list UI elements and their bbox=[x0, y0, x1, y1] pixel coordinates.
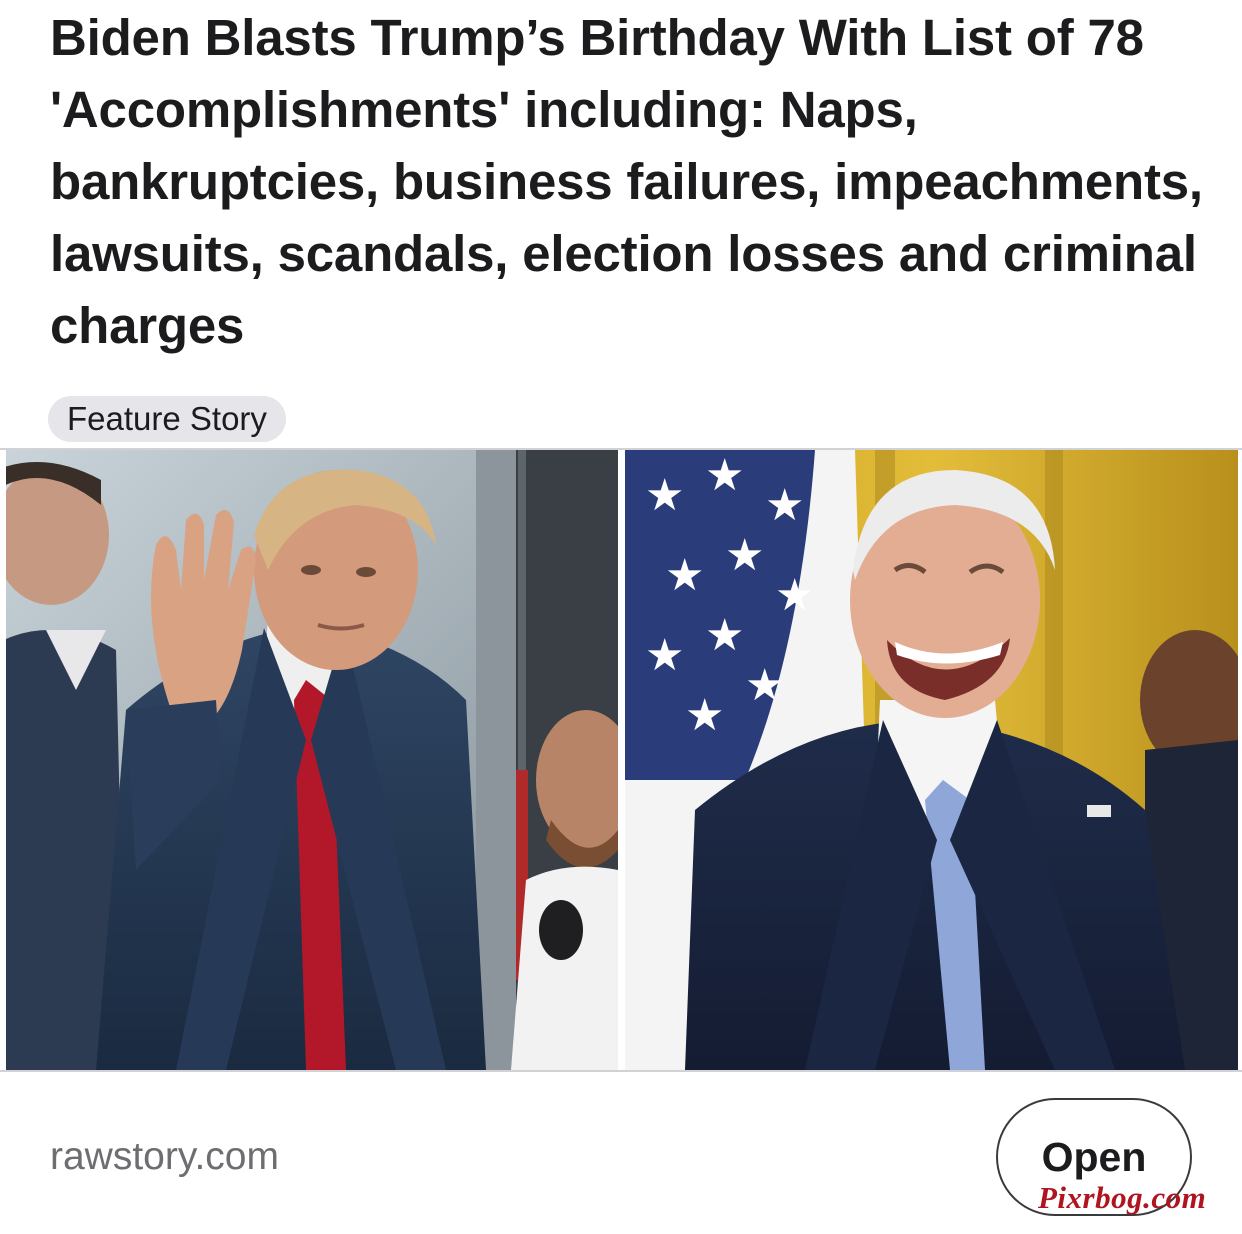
svg-text:★: ★ bbox=[745, 660, 784, 711]
feature-story-badge: Feature Story bbox=[48, 396, 286, 442]
article-image[interactable]: ★ ★ ★ ★ ★ ★ ★ ★ ★ ★ bbox=[6, 450, 1238, 1070]
svg-text:★: ★ bbox=[765, 480, 804, 531]
svg-text:★: ★ bbox=[665, 550, 704, 601]
svg-text:★: ★ bbox=[725, 530, 764, 581]
article-headline[interactable]: Biden Blasts Trump’s Birthday With List … bbox=[50, 2, 1210, 362]
svg-text:★: ★ bbox=[705, 450, 744, 501]
svg-text:★: ★ bbox=[775, 570, 814, 621]
svg-text:★: ★ bbox=[645, 470, 684, 521]
svg-text:★: ★ bbox=[645, 630, 684, 681]
image-bottom-border bbox=[0, 1070, 1242, 1072]
source-domain: rawstory.com bbox=[50, 1135, 279, 1178]
svg-text:★: ★ bbox=[705, 610, 744, 661]
svg-text:★: ★ bbox=[685, 690, 724, 741]
watermark: Pixrbog.com bbox=[1038, 1180, 1207, 1215]
photo-right-man-laughing: ★ ★ ★ ★ ★ ★ ★ ★ ★ ★ bbox=[625, 450, 1238, 1070]
photo-left-man-waving bbox=[6, 450, 618, 1070]
